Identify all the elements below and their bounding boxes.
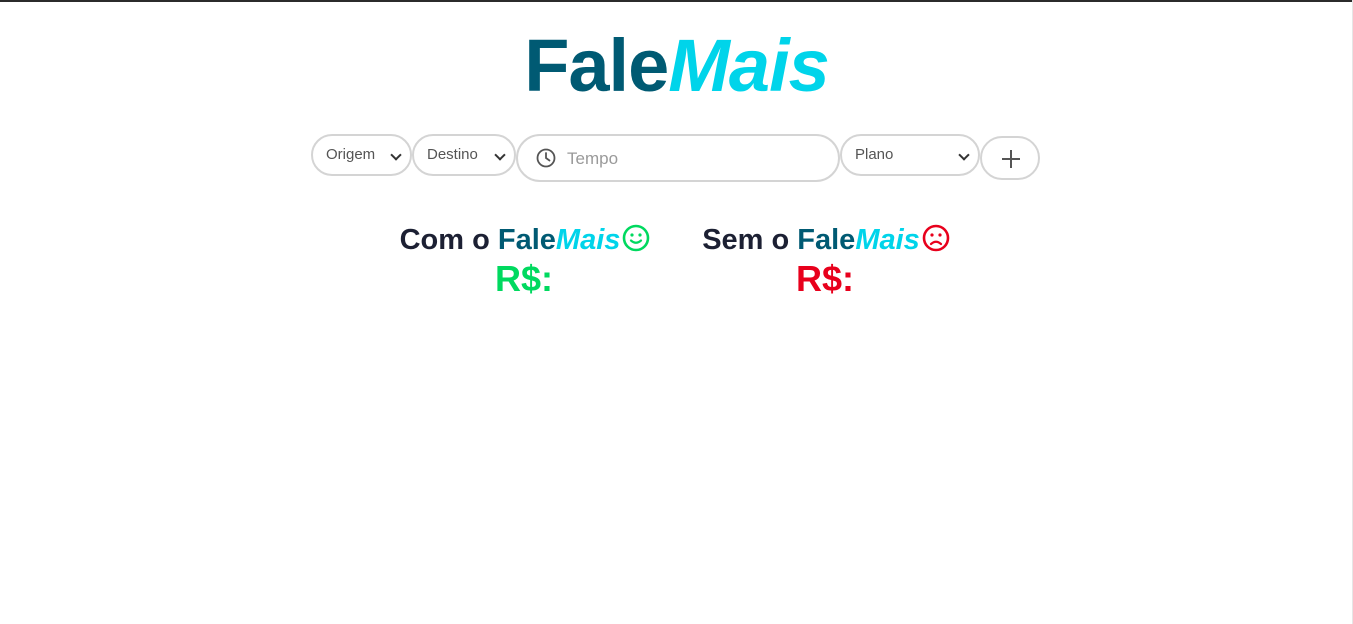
destino-select[interactable]: Destino — [412, 134, 516, 176]
origem-select[interactable]: Origem — [311, 134, 412, 176]
result-without-heading: Sem o FaleMais — [697, 220, 955, 260]
tempo-input[interactable]: Tempo — [516, 134, 840, 182]
logo-mais: Mais — [668, 24, 830, 107]
result-with-brand-mais: Mais — [555, 224, 621, 256]
origem-select-value: Origem — [326, 146, 376, 163]
chevron-down-icon — [494, 149, 506, 161]
result-with-prefix: Com o — [399, 224, 498, 256]
chevron-down-icon — [390, 149, 402, 161]
page-logo: FaleMais — [0, 22, 1353, 110]
result-with-brand-fale: Fale — [497, 224, 556, 256]
result-without-falemais: Sem o FaleMais R$: — [697, 220, 955, 298]
clock-icon — [536, 148, 556, 168]
result-with-heading: Com o FaleMais — [394, 220, 656, 260]
destino-select-value: Destino — [427, 146, 478, 163]
plano-select[interactable]: Plano — [840, 134, 980, 176]
smile-icon — [623, 224, 650, 252]
result-without-brand-fale: Fale — [797, 224, 856, 256]
result-without-price: R$: — [795, 258, 854, 299]
chevron-down-icon — [958, 149, 970, 161]
tempo-placeholder: Tempo — [567, 149, 619, 168]
add-button[interactable] — [980, 136, 1040, 180]
logo-fale: Fale — [524, 24, 669, 107]
plus-icon-vertical — [1010, 150, 1012, 168]
result-with-falemais: Com o FaleMais R$: — [394, 220, 656, 298]
result-without-brand-mais: Mais — [855, 224, 920, 256]
result-without-prefix: Sem o — [702, 224, 798, 256]
result-with-price: R$: — [494, 258, 553, 299]
window-top-border — [0, 0, 1353, 2]
plano-select-value: Plano — [855, 146, 894, 163]
frown-icon — [922, 224, 950, 252]
